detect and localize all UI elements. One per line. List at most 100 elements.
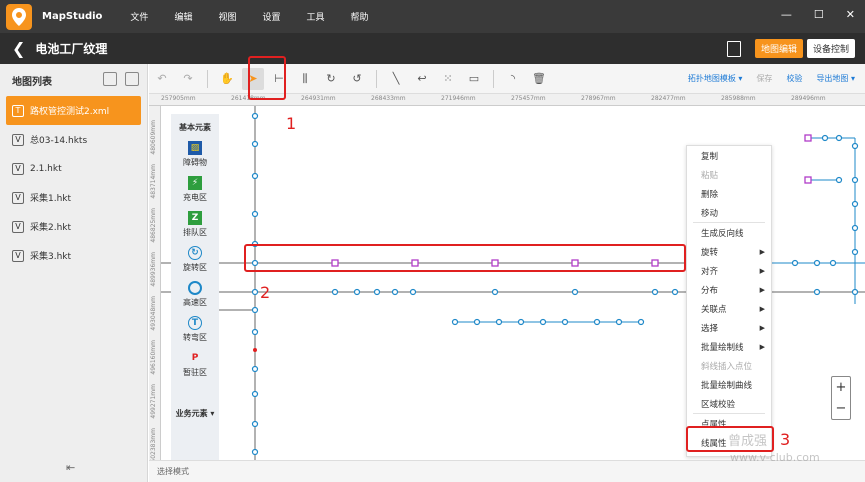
map-node[interactable] <box>495 318 503 326</box>
ctx-copy[interactable]: 复制 <box>687 146 771 165</box>
map-list-item[interactable]: V 采集2.hkt <box>0 212 147 241</box>
map-node[interactable] <box>791 259 799 267</box>
topology-template-dropdown[interactable]: 拓扑地图模板 ▾ <box>688 73 743 84</box>
menu-settings[interactable]: 设置 <box>262 10 280 23</box>
point-grid-icon[interactable]: ⁙ <box>437 68 459 90</box>
map-node[interactable] <box>651 288 659 296</box>
map-node[interactable] <box>821 134 829 142</box>
map-node[interactable] <box>813 259 821 267</box>
collapse-sidebar-icon[interactable]: ⇤ <box>66 461 75 474</box>
map-node[interactable] <box>851 176 859 184</box>
zoom-out-icon[interactable]: − <box>836 401 847 416</box>
map-node[interactable] <box>491 288 499 296</box>
draw-line-icon[interactable]: ╲ <box>385 68 407 90</box>
map-node[interactable] <box>637 318 645 326</box>
undo-icon[interactable]: ↶ <box>151 68 173 90</box>
map-node[interactable] <box>353 288 361 296</box>
rotate-90-icon[interactable]: ↻ <box>320 68 342 90</box>
save-button[interactable]: 保存 <box>756 73 772 84</box>
map-node[interactable] <box>251 172 259 180</box>
delete-icon[interactable]: 🗑 <box>528 68 550 90</box>
map-node[interactable] <box>561 318 569 326</box>
menu-help[interactable]: 帮助 <box>351 10 369 23</box>
map-marker[interactable] <box>253 348 257 352</box>
map-node[interactable] <box>517 318 525 326</box>
ctx-paste[interactable]: 粘贴 <box>687 165 771 184</box>
import-map-icon[interactable] <box>125 72 139 86</box>
map-node[interactable] <box>331 288 339 296</box>
close-icon[interactable]: ✕ <box>846 8 855 21</box>
map-node[interactable] <box>571 288 579 296</box>
map-list-item[interactable]: V 采集1.hkt <box>0 183 147 212</box>
ctx-related-points[interactable]: 关联点 ▶ <box>687 299 771 318</box>
palette-item-turn[interactable]: T 转弯区 <box>171 316 219 343</box>
maximize-icon[interactable]: ☐ <box>814 8 824 21</box>
map-node[interactable] <box>851 248 859 256</box>
map-node[interactable] <box>251 390 259 398</box>
map-node[interactable] <box>539 318 547 326</box>
map-node[interactable] <box>251 448 259 456</box>
map-list-item[interactable]: V 总03-14.hkts <box>0 125 147 154</box>
validate-button[interactable]: 校验 <box>786 73 802 84</box>
palette-item-charging[interactable]: ⚡ 充电区 <box>171 176 219 203</box>
map-list-item[interactable]: V 采集3.hkt <box>0 241 147 270</box>
ctx-area-validate[interactable]: 区域校验 <box>687 394 771 413</box>
map-node[interactable] <box>251 365 259 373</box>
pan-hand-icon[interactable]: ✋ <box>216 68 238 90</box>
ctx-diagonal-insert-points[interactable]: 斜线插入点位 <box>687 356 771 375</box>
menu-edit[interactable]: 编辑 <box>174 10 192 23</box>
redo-icon[interactable]: ↷ <box>177 68 199 90</box>
map-node[interactable] <box>851 288 859 296</box>
ctx-distribute[interactable]: 分布 ▶ <box>687 280 771 299</box>
ctx-rotate[interactable]: 旋转 ▶ <box>687 242 771 261</box>
map-node[interactable] <box>451 318 459 326</box>
map-node[interactable] <box>373 288 381 296</box>
map-node[interactable] <box>251 112 259 120</box>
map-node[interactable] <box>391 288 399 296</box>
map-node[interactable] <box>251 328 259 336</box>
map-node[interactable] <box>851 142 859 150</box>
map-node[interactable] <box>251 420 259 428</box>
export-file-icon[interactable] <box>726 40 741 57</box>
ctx-align[interactable]: 对齐 ▶ <box>687 261 771 280</box>
arc-icon[interactable]: ◝ <box>502 68 524 90</box>
draw-curve-icon[interactable]: ↩ <box>411 68 433 90</box>
map-node[interactable] <box>835 134 843 142</box>
menu-tools[interactable]: 工具 <box>306 10 324 23</box>
minimize-icon[interactable]: — <box>781 8 792 21</box>
selected-node[interactable] <box>804 134 812 142</box>
ctx-batch-draw-line[interactable]: 批量绘制线 ▶ <box>687 337 771 356</box>
ctx-select[interactable]: 选择 ▶ <box>687 318 771 337</box>
map-node[interactable] <box>251 306 259 314</box>
map-node[interactable] <box>409 288 417 296</box>
back-arrow-icon[interactable]: ❮ <box>12 39 25 58</box>
map-node[interactable] <box>473 318 481 326</box>
menu-view[interactable]: 视图 <box>218 10 236 23</box>
device-control-button[interactable]: 设备控制 <box>806 39 855 58</box>
map-node[interactable] <box>851 200 859 208</box>
zoom-in-icon[interactable]: + <box>836 380 847 395</box>
map-node[interactable] <box>829 259 837 267</box>
map-list-item[interactable]: V 2.1.hkt <box>0 154 147 183</box>
new-map-icon[interactable] <box>103 72 117 86</box>
area-icon[interactable]: ▭ <box>463 68 485 90</box>
ctx-generate-reverse-line[interactable]: 生成反向线 <box>687 223 771 242</box>
palette-item-rotation[interactable]: ↻ 旋转区 <box>171 246 219 273</box>
map-node[interactable] <box>251 140 259 148</box>
ctx-move[interactable]: 移动 <box>687 203 771 222</box>
map-node[interactable] <box>835 176 843 184</box>
palette-item-queue[interactable]: Z 排队区 <box>171 211 219 238</box>
map-list-item[interactable]: T 路权管控测试2.xml <box>6 96 141 125</box>
palette-item-parking[interactable]: P 暂驻区 <box>171 351 219 378</box>
menu-file[interactable]: 文件 <box>130 10 148 23</box>
map-edit-button[interactable]: 地图编辑 <box>754 39 803 58</box>
selected-node[interactable] <box>804 176 812 184</box>
map-node[interactable] <box>813 288 821 296</box>
map-node[interactable] <box>671 288 679 296</box>
export-map-dropdown[interactable]: 导出地图 ▾ <box>816 73 855 84</box>
map-node[interactable] <box>251 288 259 296</box>
palette-business-title[interactable]: 业务元素 ▾ <box>171 408 219 419</box>
map-node[interactable] <box>593 318 601 326</box>
ctx-delete[interactable]: 删除 <box>687 184 771 203</box>
map-node[interactable] <box>251 210 259 218</box>
